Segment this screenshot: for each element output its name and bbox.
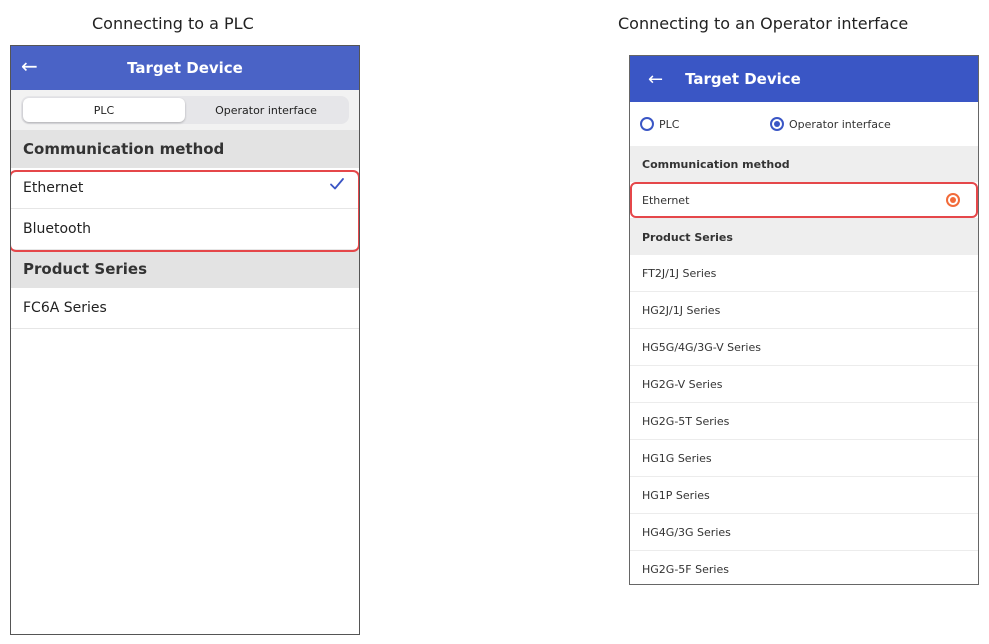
checkmark-icon (329, 176, 345, 196)
series-item-label: HG4G/3G Series (642, 525, 731, 539)
radio-unchecked-icon (640, 117, 654, 131)
app-bar: ← Target Device (630, 56, 978, 102)
selected-radio-icon (946, 193, 960, 207)
comm-item-ethernet[interactable]: Ethernet (630, 182, 978, 219)
section-header-product-series: Product Series (11, 250, 359, 288)
back-arrow-icon[interactable]: ← (21, 54, 38, 78)
radio-plc[interactable]: PLC (640, 117, 770, 131)
screen-title: Target Device (127, 59, 243, 77)
section-header-communication: Communication method (630, 146, 978, 182)
series-item[interactable]: HG2G-5F Series (630, 551, 978, 584)
caption-plc: Connecting to a PLC (92, 14, 254, 33)
caption-operator-interface: Connecting to an Operator interface (618, 14, 909, 33)
operator-interface-screen: ← Target Device PLC Operator interface C… (629, 55, 979, 585)
series-item[interactable]: HG5G/4G/3G-V Series (630, 329, 978, 366)
series-item-label: FC6A Series (23, 300, 107, 316)
series-item[interactable]: HG1P Series (630, 477, 978, 514)
series-item-label: HG2G-5F Series (642, 562, 729, 576)
series-item[interactable]: HG2J/1J Series (630, 292, 978, 329)
series-list: FT2J/1J Series HG2J/1J Series HG5G/4G/3G… (630, 255, 978, 584)
radio-label: Operator interface (789, 117, 891, 131)
comm-item-ethernet[interactable]: Ethernet (11, 168, 359, 209)
comm-item-label: Bluetooth (23, 221, 91, 237)
series-item-label: HG5G/4G/3G-V Series (642, 340, 761, 354)
series-item-label: HG1G Series (642, 451, 712, 465)
comm-item-label: Ethernet (23, 180, 84, 196)
series-item[interactable]: HG2G-5T Series (630, 403, 978, 440)
radio-checked-icon (770, 117, 784, 131)
section-header-product-series: Product Series (630, 219, 978, 255)
plc-screen: ← Target Device PLC Operator interface C… (10, 45, 360, 635)
radio-operator-interface[interactable]: Operator interface (770, 117, 891, 131)
series-item-label: HG2J/1J Series (642, 303, 721, 317)
radio-label: PLC (659, 117, 680, 131)
series-item-fc6a[interactable]: FC6A Series (11, 288, 359, 329)
series-item-label: HG1P Series (642, 488, 710, 502)
top-bar: ← Target Device (11, 46, 359, 90)
segmented-control: PLC Operator interface (21, 96, 349, 124)
screen-title: Target Device (685, 70, 801, 88)
section-header-communication: Communication method (11, 130, 359, 168)
segment-plc[interactable]: PLC (23, 98, 185, 122)
comm-item-bluetooth[interactable]: Bluetooth (11, 209, 359, 250)
series-item[interactable]: HG4G/3G Series (630, 514, 978, 551)
series-item-label: FT2J/1J Series (642, 266, 717, 280)
series-item-label: HG2G-V Series (642, 377, 723, 391)
series-item-label: HG2G-5T Series (642, 414, 730, 428)
segment-operator-interface[interactable]: Operator interface (185, 98, 347, 122)
device-radio-group: PLC Operator interface (630, 102, 978, 146)
series-item[interactable]: HG2G-V Series (630, 366, 978, 403)
back-arrow-icon[interactable]: ← (648, 69, 663, 90)
comm-item-label: Ethernet (642, 193, 690, 207)
segment-container: PLC Operator interface (11, 90, 359, 130)
series-item[interactable]: HG1G Series (630, 440, 978, 477)
series-item[interactable]: FT2J/1J Series (630, 255, 978, 292)
